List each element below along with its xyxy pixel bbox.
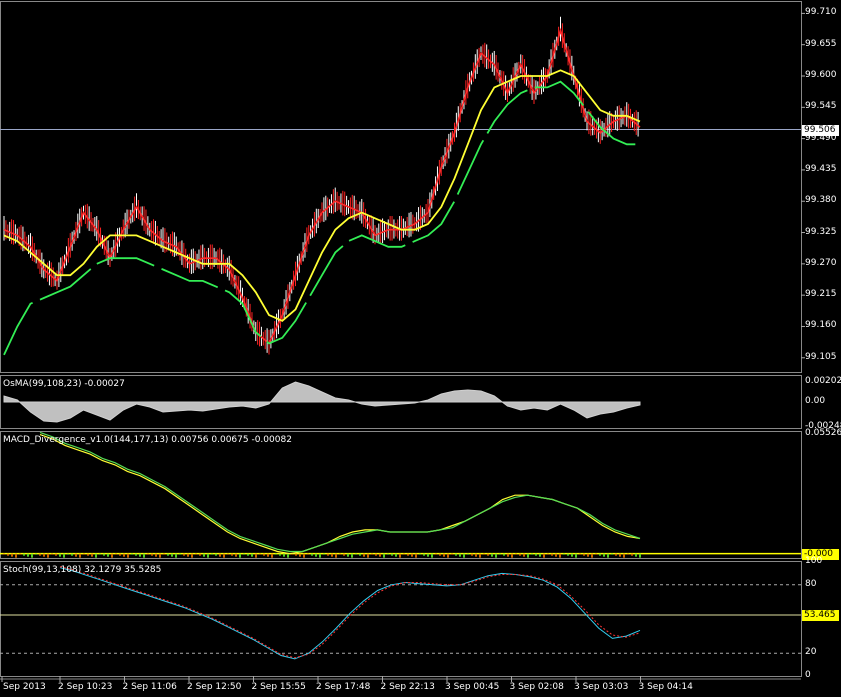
macd-main-line <box>39 434 641 555</box>
price-tick-label: 99.655 <box>805 38 837 49</box>
current-price-label: 99.506 <box>804 124 836 135</box>
price-tick-label: 99.600 <box>805 70 837 80</box>
price-tick-label: 99.435 <box>805 163 837 174</box>
macd-signal-line <box>39 431 641 553</box>
price-pane-frame <box>0 1 802 373</box>
time-tick-label: 3 Sep 03:03 <box>574 682 629 692</box>
price-tick-label: 99.160 <box>805 320 837 331</box>
price-tick-label: 99.270 <box>805 257 837 268</box>
stoch-tick-label: 0 <box>805 670 811 680</box>
price-close-line <box>3 27 641 345</box>
time-tick-label: 2 Sep 17:48 <box>316 682 371 692</box>
price-tick-label: 99.325 <box>805 226 837 237</box>
osma-tick-label: 0.00202 <box>805 375 841 386</box>
time-tick-label: 3 Sep 02:08 <box>509 682 564 692</box>
osma-tick-label: 0.00 <box>805 396 826 406</box>
price-moving-average-line <box>3 69 641 322</box>
chart-canvas <box>0 1 805 682</box>
price-tick-label: 99.215 <box>805 289 837 300</box>
osma-label: OsMA(99,108,23) -0.00027 <box>3 379 125 389</box>
current-price-marker: 99.506 <box>802 124 839 136</box>
trading-chart[interactable]: 99.710 99.655 99.600 99.545 99.490 99.435 99.3… <box>0 0 841 697</box>
stoch-main-line <box>59 567 641 660</box>
stoch-signal-line <box>59 566 641 659</box>
time-tick-label: 2 Sep 11:06 <box>122 682 177 692</box>
macd-label: MACD_Divergence_v1.0(144,177,13) 0.00756… <box>3 435 292 445</box>
time-tick-label: 2 Sep 12:50 <box>187 682 242 692</box>
price-tick-label: 99.105 <box>805 351 837 362</box>
price-tick-label: 99.380 <box>805 195 837 206</box>
time-tick-label: 2 Sep 10:23 <box>58 682 113 692</box>
macd-pane-frame <box>0 431 802 559</box>
time-tick-label: Sep 2013 <box>3 682 46 692</box>
price-tick-label: 99.710 <box>805 7 837 18</box>
stoch-tick-label: 100 <box>805 556 823 566</box>
time-tick-label: 3 Sep 04:14 <box>638 682 693 692</box>
stoch-level-label: 53.465 <box>804 610 836 621</box>
time-tick-label: 2 Sep 22:13 <box>380 682 435 692</box>
stoch-tick-label: 20 <box>805 647 817 658</box>
stoch-level-marker: 53.465 <box>802 610 839 622</box>
stoch-label: Stoch(99,13,108) 32.1279 35.5285 <box>3 565 162 575</box>
time-tick-label: 2 Sep 15:55 <box>251 682 306 692</box>
macd-tick-label: 0.05526 <box>805 428 841 439</box>
price-tick-label: 99.545 <box>805 101 837 112</box>
stoch-pane-frame <box>0 561 802 677</box>
time-tick-label: 3 Sep 00:45 <box>445 682 500 692</box>
stoch-tick-label: 80 <box>805 578 817 589</box>
